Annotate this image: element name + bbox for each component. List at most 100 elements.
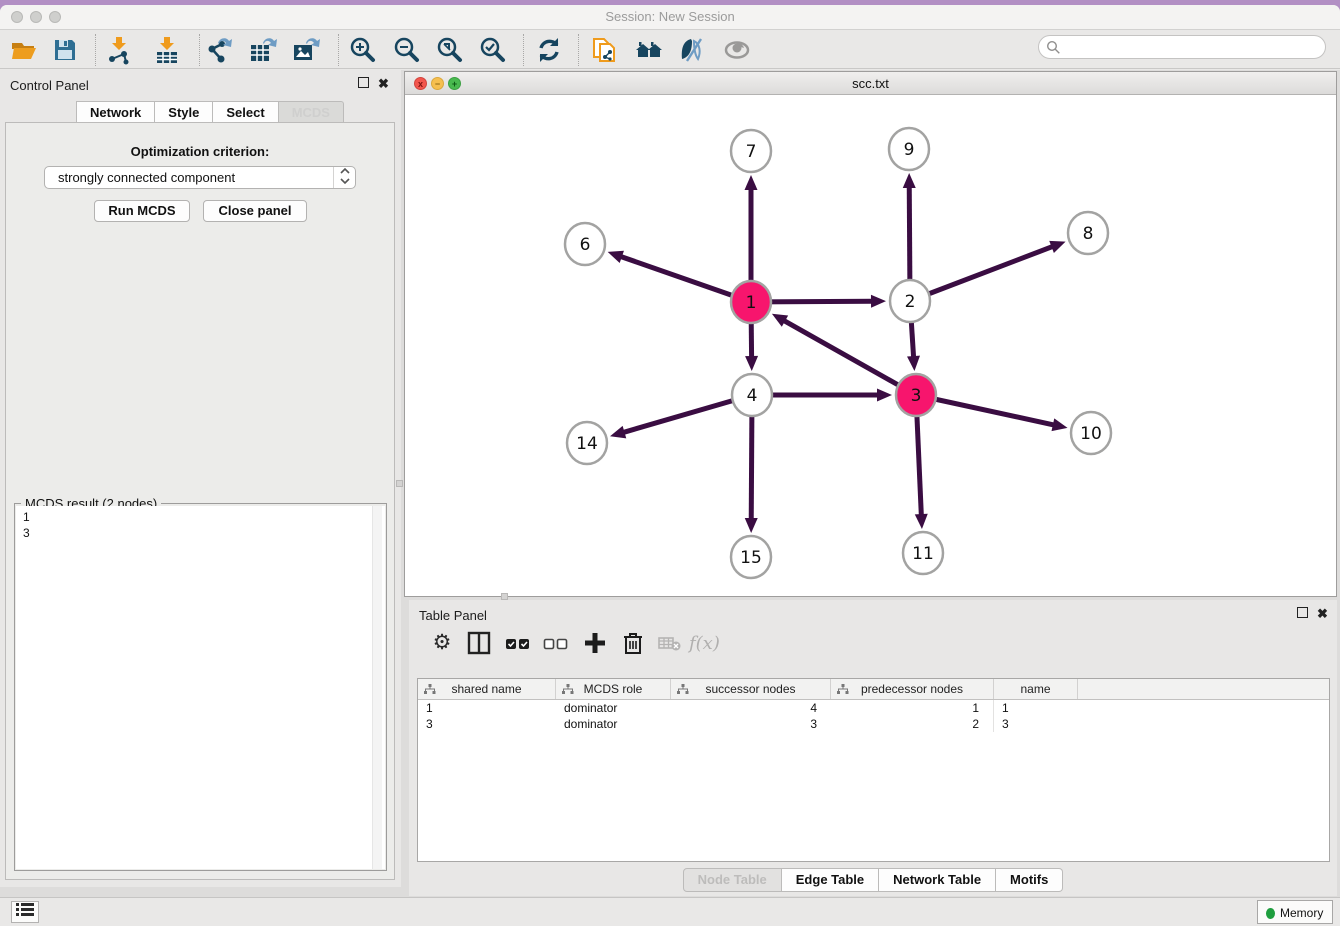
export-table-icon[interactable] [248,35,278,65]
zoom-selected-icon[interactable] [477,35,507,65]
edge-arrowhead [745,518,758,533]
refresh-icon[interactable] [534,35,564,65]
clone-network-icon[interactable] [590,35,620,65]
close-panel-icon[interactable]: ✖ [378,77,389,91]
result-line: 1 [23,509,30,525]
search-icon [1046,40,1061,55]
show-hide-icon[interactable] [722,35,752,65]
function-builder-icon[interactable]: f(x) [689,630,719,660]
split-columns-icon[interactable] [464,630,494,660]
save-session-icon[interactable] [50,35,80,65]
delete-table-icon[interactable] [655,630,685,660]
result-line: 3 [23,525,30,541]
main-toolbar [0,29,1340,69]
table-cell[interactable]: dominator [556,700,671,716]
column-header-name[interactable]: name [994,679,1078,699]
result-scrollbar[interactable] [372,506,382,869]
tab-network[interactable]: Network [76,101,155,123]
tab-edge-table[interactable]: Edge Table [782,868,879,892]
tab-select[interactable]: Select [213,101,278,123]
float-table-panel-icon[interactable] [1297,607,1308,621]
column-header-mcds-role[interactable]: MCDS role [556,679,671,699]
toolbar-separator [523,34,524,66]
tab-mcds[interactable]: MCDS [279,101,344,123]
edge-arrowhead [877,389,892,402]
edge-arrowhead [745,356,758,371]
application-window: Session: New Session [0,5,1340,926]
control-panel-title: Control Panel [10,78,89,93]
gear-icon[interactable]: ⚙ [427,630,457,660]
memory-label: Memory [1280,906,1323,920]
table-cell[interactable]: 3 [994,716,1078,732]
network-titlebar[interactable]: x − + scc.txt [405,72,1336,95]
control-panel-tabs: Network Style Select MCDS [76,101,344,123]
float-panel-icon[interactable] [358,77,369,91]
control-panel: Control Panel ✖ Network Style Select MCD… [0,70,401,887]
graph-node-label: 15 [740,548,762,568]
edge-2-8[interactable] [910,246,1053,301]
toggle-visual-properties-icon[interactable] [677,35,707,65]
add-column-icon[interactable] [580,630,610,660]
delete-column-icon[interactable] [618,630,648,660]
memory-button[interactable]: Memory [1257,900,1333,924]
close-panel-button[interactable]: Close panel [203,200,307,222]
table-panel-title: Table Panel [419,608,487,623]
search-field[interactable] [1038,35,1326,59]
horizontal-splitter-grip[interactable] [501,593,508,600]
zoom-in-icon[interactable] [347,35,377,65]
edge-arrowhead [871,295,886,308]
zoom-out-icon[interactable] [391,35,421,65]
edge-arrowhead [915,514,928,529]
table-row[interactable]: 3dominator323 [418,716,1329,732]
table-cell[interactable]: 3 [671,716,831,732]
table-row[interactable]: 1dominator411 [418,700,1329,716]
export-network-icon[interactable] [205,35,235,65]
tab-node-table[interactable]: Node Table [683,868,782,892]
column-header-successor-nodes[interactable]: successor nodes [671,679,831,699]
toolbar-separator [578,34,579,66]
import-table-icon[interactable] [152,35,182,65]
table-body[interactable]: 1dominator4113dominator323 [418,700,1329,732]
edge-3-1[interactable] [783,320,916,395]
export-image-icon[interactable] [291,35,321,65]
tab-network-table[interactable]: Network Table [879,868,996,892]
table-cell[interactable]: 3 [418,716,556,732]
column-header-predecessor-nodes[interactable]: predecessor nodes [831,679,994,699]
mcds-result-group: MCDS result (2 nodes) 13 [14,503,387,871]
criterion-dropdown[interactable]: strongly connected component [44,166,356,189]
import-network-icon[interactable] [104,35,134,65]
run-mcds-button[interactable]: Run MCDS [94,200,190,222]
table-cell[interactable]: 2 [831,716,994,732]
mcds-result-textarea[interactable]: 13 [16,506,385,869]
graph-node-label: 3 [911,386,922,406]
vertical-splitter-grip[interactable] [396,480,403,487]
column-header-shared-name[interactable]: shared name [418,679,556,699]
table-panel: Table Panel ✖ ⚙ [409,600,1337,896]
close-table-panel-icon[interactable]: ✖ [1317,607,1328,621]
graph-node-label: 6 [580,235,591,255]
zoom-fit-icon[interactable] [434,35,464,65]
list-icon [16,902,34,916]
table-cell[interactable]: 1 [831,700,994,716]
graph-node-label: 4 [747,386,758,406]
network-canvas-svg[interactable]: 1234678910111415 [405,95,1336,596]
open-session-icon[interactable] [9,35,39,65]
edge-arrowhead [1049,241,1065,253]
search-input[interactable] [1065,38,1315,56]
tab-motifs[interactable]: Motifs [996,868,1063,892]
status-bar: Memory [0,897,1340,926]
edge-arrowhead [745,175,758,190]
select-all-checkboxes-icon[interactable] [503,630,533,660]
table-cell[interactable]: 4 [671,700,831,716]
hierarchy-icon [677,684,689,695]
table-cell[interactable]: 1 [418,700,556,716]
window-title: Session: New Session [0,9,1340,24]
tab-style[interactable]: Style [155,101,213,123]
table-cell[interactable]: 1 [994,700,1078,716]
table-cell[interactable]: dominator [556,716,671,732]
graph-node-label: 10 [1080,424,1102,444]
deselect-all-checkboxes-icon[interactable] [541,630,571,660]
table-header-row: shared name MCDS role successor nodes pr… [418,679,1329,700]
task-history-button[interactable] [11,901,39,923]
show-all-networks-icon[interactable] [634,35,664,65]
